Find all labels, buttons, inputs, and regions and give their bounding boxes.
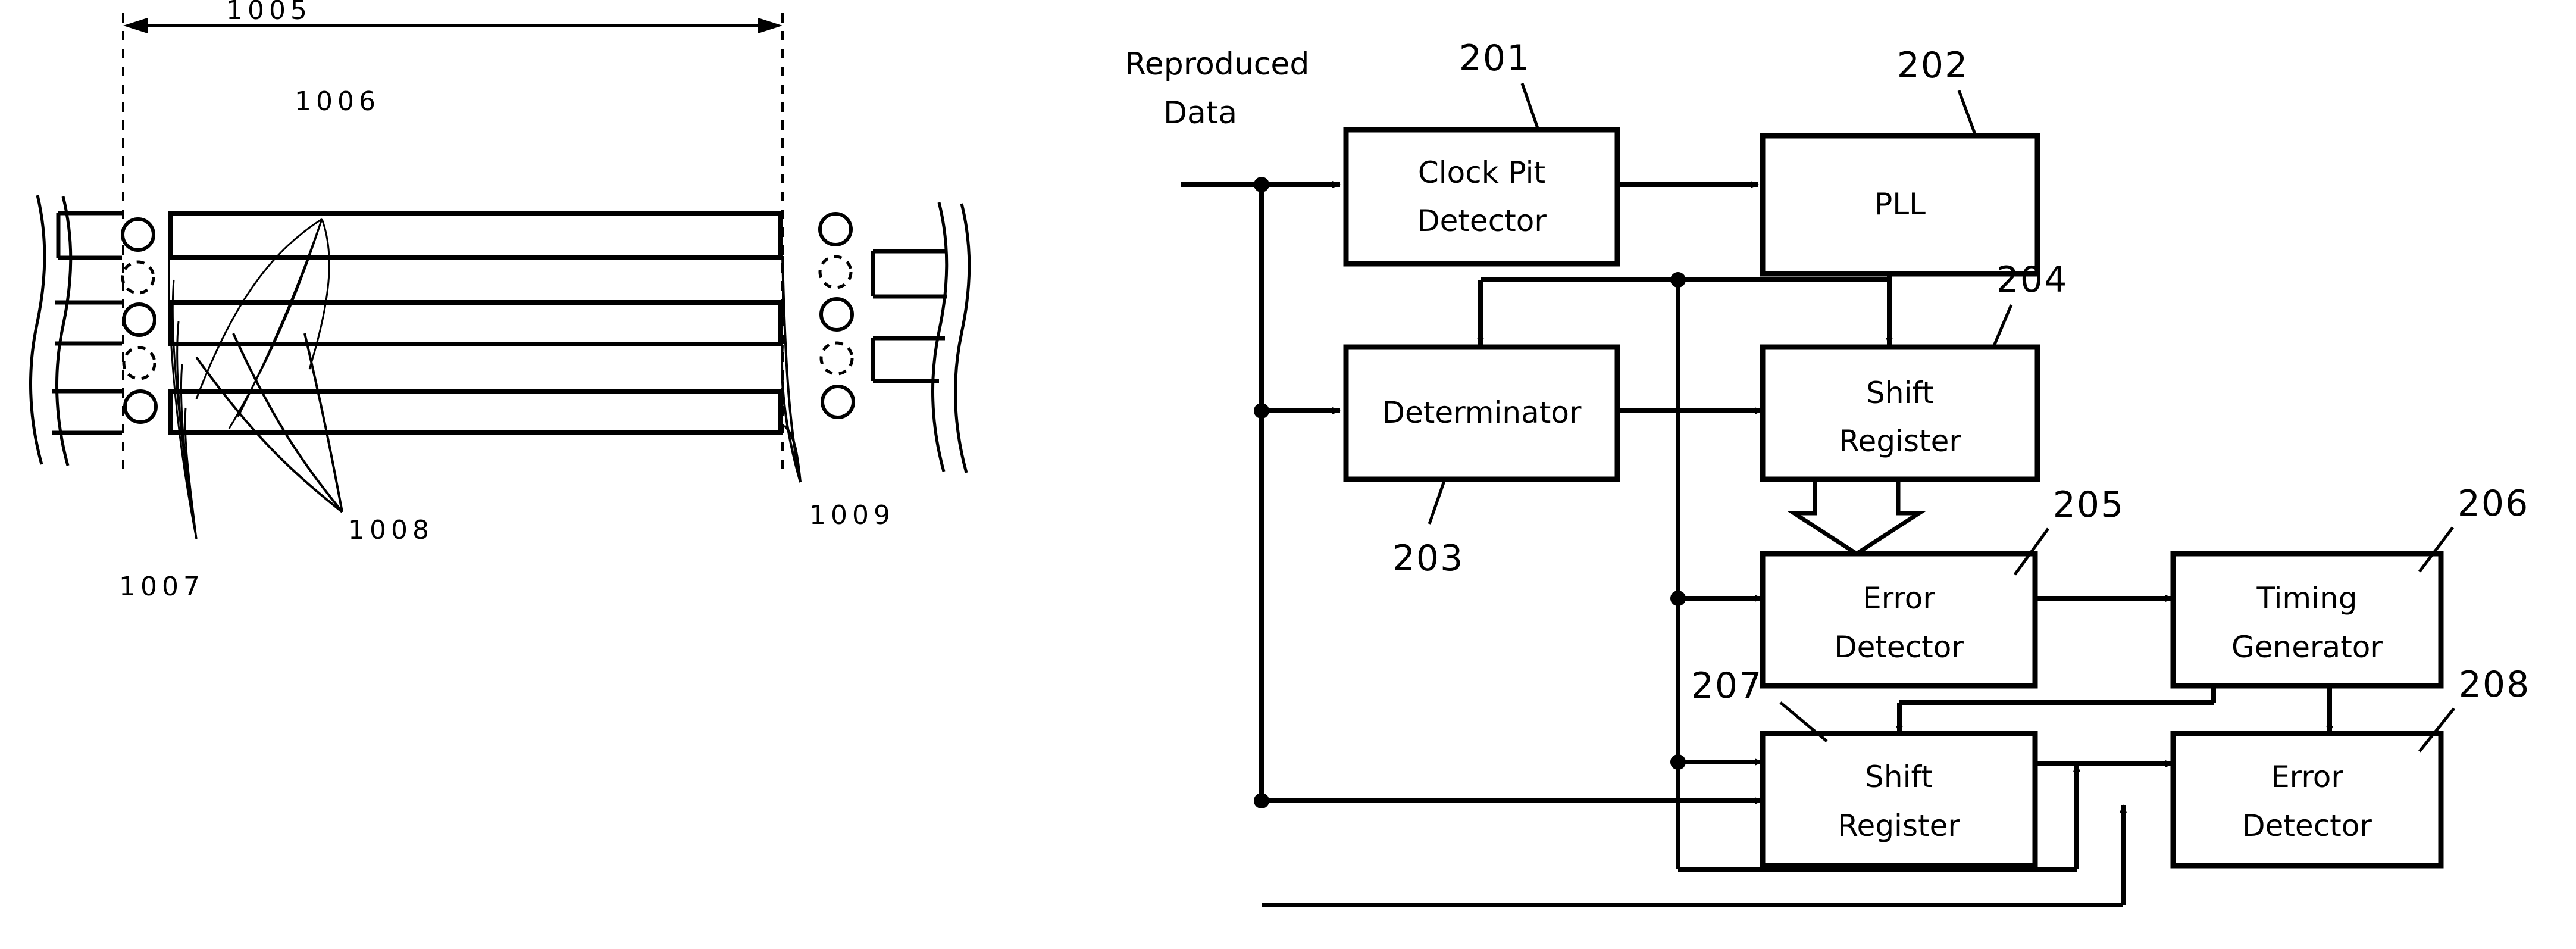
input-label-line2: Data — [1163, 95, 1237, 131]
block-label-201-line2: Detector — [1417, 204, 1547, 238]
right-figure-container: Clock Pit Detector 201 PLL 202 Determina… — [1119, 0, 2576, 949]
ref-numeral-205: 205 — [2053, 484, 2125, 526]
block-clock-pit-detector[interactable]: Clock Pit Detector — [1343, 127, 1620, 267]
block-label-208-line2: Detector — [2242, 808, 2372, 843]
right-missing-pit-dashed-circles — [818, 255, 854, 376]
leader-lines-1009 — [781, 255, 802, 483]
ref-numeral-201: 201 — [1459, 38, 1531, 79]
block-timing-generator[interactable]: Timing Generator — [2170, 551, 2444, 689]
block-determinator[interactable]: Determinator — [1343, 344, 1620, 482]
block-pll[interactable]: PLL — [1760, 133, 2040, 277]
block-label-204-line2: Register — [1839, 424, 1961, 458]
block-shift-register-204[interactable]: Shift Register — [1760, 344, 2040, 482]
label-1009: 1009 — [809, 500, 895, 530]
input-label-line1: Reproduced — [1125, 46, 1309, 82]
wire-junction-dots — [1254, 177, 1686, 808]
left-wavy-break-lines — [29, 195, 73, 466]
ref-numeral-201-leader — [1520, 83, 1540, 130]
block-label-205-line1: Error — [1863, 581, 1935, 616]
ref-numeral-203: 203 — [1392, 538, 1464, 579]
block-label-208-line1: Error — [2271, 760, 2343, 794]
right-clock-pit-circles — [818, 212, 855, 419]
label-1005: 1005 — [226, 0, 312, 26]
left-missing-pit-dashed-circles — [121, 260, 156, 380]
left-figure-container: 1005 1006 1007 1008 1009 — [0, 0, 1071, 655]
left-clock-pit-circles — [121, 217, 158, 424]
ref-numeral-204-leader — [1992, 304, 2013, 348]
block-label-205-line2: Detector — [1834, 630, 1964, 664]
main-track-bars — [168, 211, 783, 435]
ref-numeral-207: 207 — [1691, 665, 1763, 707]
signal-wires — [1181, 181, 2333, 907]
leader-lines-1008 — [195, 333, 343, 513]
label-1008: 1008 — [348, 515, 434, 545]
block-error-detector-208[interactable]: Error Detector — [2170, 731, 2444, 869]
leader-lines-1007 — [168, 235, 198, 539]
ref-numeral-208: 208 — [2459, 664, 2531, 705]
left-figure-svg: 1005 1006 1007 1008 1009 — [29, 0, 971, 602]
ref-numeral-203-leader — [1428, 479, 1447, 525]
block-error-detector-205[interactable]: Error Detector — [1760, 551, 2038, 689]
block-label-201-line1: Clock Pit — [1418, 155, 1545, 190]
block-label-202-line1: PLL — [1874, 187, 1926, 221]
label-1006: 1006 — [295, 86, 380, 117]
label-1007: 1007 — [119, 572, 205, 602]
ref-numeral-202-leader — [1957, 90, 1977, 136]
right-track-stubs — [871, 249, 947, 383]
block-label-207-line2: Register — [1838, 808, 1960, 843]
ref-numeral-206: 206 — [2458, 483, 2530, 525]
block-label-207-line1: Shift — [1865, 760, 1933, 794]
right-figure-svg: Clock Pit Detector 201 PLL 202 Determina… — [1125, 38, 2531, 907]
block-label-203-line1: Determinator — [1382, 395, 1582, 430]
block-shift-register-207[interactable]: Shift Register — [1760, 731, 2038, 869]
block-label-204-line1: Shift — [1866, 376, 1934, 410]
dimension-arrow-1005 — [123, 18, 782, 33]
leader-lines-1006 — [195, 218, 330, 429]
block-label-206-line2: Generator — [2231, 630, 2383, 664]
right-wavy-break-lines — [931, 202, 971, 473]
ref-numeral-204: 204 — [1996, 259, 2068, 301]
parallel-bus-hollow-arrow — [1787, 476, 1926, 555]
ref-numeral-202: 202 — [1897, 45, 1969, 86]
block-label-206-line1: Timing — [2256, 581, 2358, 616]
